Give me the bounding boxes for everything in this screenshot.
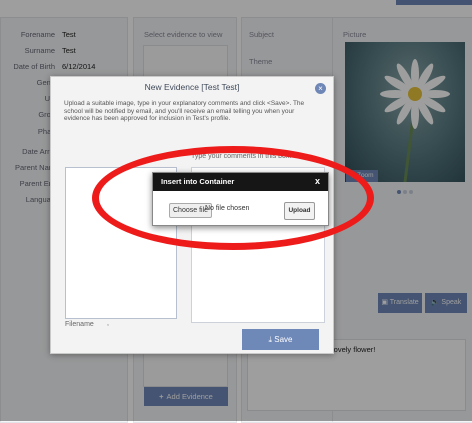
- save-icon: ⤓: [268, 335, 273, 344]
- modal-title: New Evidence [Test Test]: [144, 82, 240, 92]
- modal-instructions: Upload a suitable image, type in your ex…: [64, 100, 305, 122]
- modal-close-button[interactable]: ×: [315, 83, 326, 94]
- save-button[interactable]: ⤓ Save: [242, 329, 319, 350]
- filename-value: ,: [107, 320, 109, 327]
- annotation-ring: [92, 146, 374, 250]
- close-icon: ×: [318, 84, 323, 93]
- save-label: Save: [274, 335, 293, 344]
- filename-label: Filename: [65, 321, 94, 328]
